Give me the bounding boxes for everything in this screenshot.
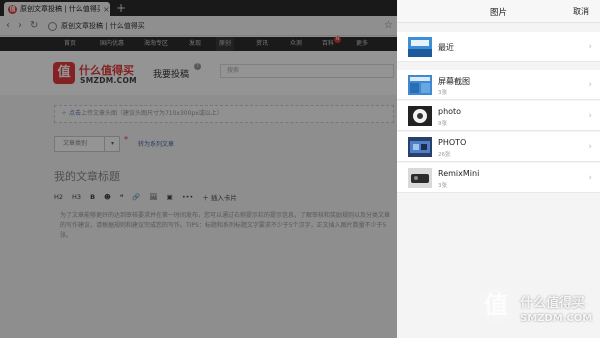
chevron-right-icon: › [588,173,592,183]
cancel-button[interactable]: 取消 [573,6,589,17]
album-name: 屏幕截图 [438,77,470,86]
watermark-text: 什么值得买 [520,296,586,311]
album-count: 26张 [438,152,451,158]
album-remixmini[interactable]: RemixMini 3张 › [397,163,600,193]
album-photo[interactable]: photo 9张 › [397,101,600,131]
album-thumbnail [408,37,432,57]
chevron-right-icon: › [588,142,592,152]
album-count: 3张 [438,90,447,96]
picker-title: 图片 [489,8,507,18]
chevron-right-icon: › [588,42,592,52]
album-count: 9张 [438,121,447,127]
picker-header: 图片 取消 [397,0,600,23]
chevron-right-icon: › [588,80,592,90]
album-name: RemixMini [438,169,480,178]
album-thumbnail [408,137,432,157]
album-thumbnail [408,106,432,126]
album-thumbnail [408,168,432,188]
watermark-domain: SMZDM.COM [520,313,593,324]
album-name: PHOTO [438,138,467,147]
modal-overlay[interactable] [0,0,397,338]
album-photo-upper[interactable]: PHOTO 26张 › [397,132,600,162]
album-count: 3张 [438,183,447,189]
album-screenshots[interactable]: 屏幕截图 3张 › [397,70,600,100]
browser-window: 值 原创文章投稿 | 什么值得买 × + ‹ › ↻ 原创文章投稿 | 什么值得… [0,0,397,338]
album-name: photo [438,107,462,116]
album-name: 最近 [438,43,454,52]
album-thumbnail [408,75,432,95]
chevron-right-icon: › [588,111,592,121]
album-recent[interactable]: 最近 › [397,32,600,62]
watermark-logo-icon: 值 [478,287,514,323]
